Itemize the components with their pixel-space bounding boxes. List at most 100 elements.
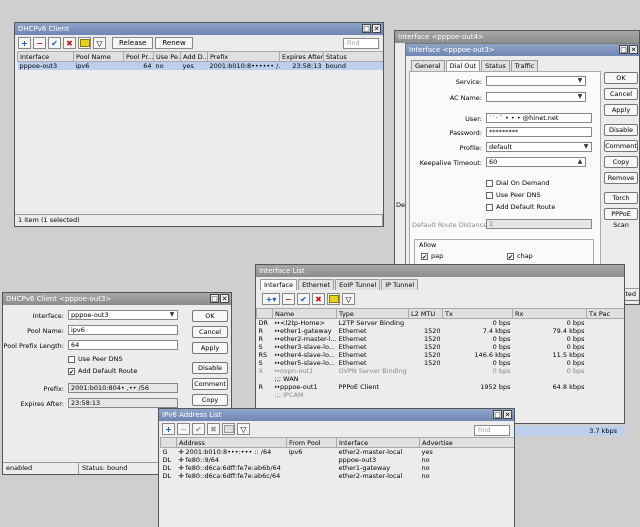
expires-after-field[interactable]: 23:58:13 [68,398,178,408]
service-select[interactable]: ▼ [486,76,586,86]
pppoe-out4-titlebar[interactable]: Interface <pppoe-out4> [395,31,639,43]
ok-button[interactable]: OK [192,310,228,322]
table-row[interactable]: S ↔ether3-slave-lo... Ethernet 1520 0 bps 0 b… [257,343,625,351]
disable-button[interactable]: ✖ [207,423,220,435]
allow-chap-checkbox[interactable]: ✔ chap [507,252,533,261]
tab-status[interactable]: Status [481,60,510,71]
dial-on-demand-checkbox[interactable]: Dial On Demand [486,179,550,187]
col-pool-prefix[interactable]: Pool Pr... [123,51,154,62]
add-button[interactable]: + [18,37,31,49]
enable-button[interactable]: ✔ [297,293,310,305]
col-tx-packets[interactable]: Tx Pac [586,308,624,319]
col-expires[interactable]: Expires After [279,51,324,62]
table-row[interactable]: DR ↔<l2tp-Home> L2TP Server Binding 0 bps 0 … [257,319,625,327]
close-button[interactable]: ✕ [372,24,381,33]
col-use-peer[interactable]: Use Pe... [153,51,181,62]
pppoe-scan-button[interactable]: PPPoE Scan [604,208,638,229]
table-row[interactable]: DL ✚ fe80::9/64 pppoe-out3 no [161,456,515,464]
disable-button[interactable]: ✖ [312,293,325,305]
col-prefix[interactable]: Prefix [207,51,280,62]
col-name[interactable]: Name [272,308,337,319]
close-button[interactable]: ✕ [220,294,229,303]
table-row[interactable]: RS ↔ether4-slave-lo... Ethernet 1520 146.6 k… [257,351,625,359]
disable-button[interactable]: Disable [604,124,638,136]
add-button[interactable]: + [162,423,175,435]
table-row[interactable]: DL ✚ fe80::d6ca:6dff:fe7e:ab6b/64 ether1-ga… [161,464,515,472]
col-from-pool[interactable]: From Pool [286,437,337,448]
remove-button[interactable]: − [177,423,190,435]
release-button[interactable]: Release [112,37,154,49]
maximize-button[interactable]: □ [210,294,219,303]
dhcpv6-detail-titlebar[interactable]: DHCPv6 Client <pppoe-out3> □ ✕ [3,293,231,305]
tab-ethernet[interactable]: Ethernet [298,279,335,290]
torch-button[interactable]: Torch [604,192,638,204]
table-row[interactable]: DL ✚ fe80::d6ca:6dff:fe7e:ab6c/64 ether2-ma… [161,472,515,480]
dhcpv6-client-titlebar[interactable]: DHCPv6 Client □ ✕ [15,23,383,35]
keepalive-field[interactable]: 60 ▲ [486,157,586,167]
profile-select[interactable]: default ▼ [486,142,592,152]
tab-traffic[interactable]: Traffic [510,60,539,71]
ipv6-address-titlebar[interactable]: IPv6 Address List □ ✕ [159,409,514,421]
pool-name-field[interactable]: ipv6 [68,325,178,335]
tab-ip-tunnel[interactable]: IP Tunnel [381,279,419,290]
filter-button[interactable]: ▽ [342,293,355,305]
table-row[interactable]: ;;; IPCAM [257,391,625,399]
ac-name-select[interactable]: ▼ [486,92,586,102]
col-flag[interactable] [256,308,273,319]
disable-button[interactable]: ✖ [63,37,76,49]
tab-general[interactable]: General [411,60,445,71]
copy-button[interactable]: Copy [192,394,228,406]
find-input[interactable]: Find [474,425,510,436]
filter-button[interactable]: ▽ [237,423,250,435]
comment-button[interactable]: Comment [604,140,638,152]
table-row[interactable]: R ↔pppoe-out1 PPPoE Client 1952 bps 64.8 kbp… [257,383,625,391]
col-interface[interactable]: Interface [17,51,74,62]
col-advertise[interactable]: Advertise [419,437,514,448]
ok-button[interactable]: OK [604,72,638,84]
enable-button[interactable]: ✔ [192,423,205,435]
add-default-route-checkbox[interactable]: ✔ Add Default Route [68,367,137,376]
find-input[interactable]: Find [343,38,379,49]
user-field[interactable]: ˙˙· ` • • • @hinet.net [486,113,592,123]
add-dropdown-button[interactable]: +▾ [262,293,280,305]
prefix-length-field[interactable]: 64 [68,340,178,350]
remove-button[interactable]: − [282,293,295,305]
close-button[interactable]: ✕ [503,410,512,419]
disable-button[interactable]: Disable [192,362,228,374]
comment-button[interactable] [78,37,91,49]
use-peer-dns-checkbox[interactable]: Use Peer DNS [68,355,123,363]
maximize-button[interactable]: □ [362,24,371,33]
col-rx[interactable]: Rx [512,308,587,319]
close-button[interactable]: ✕ [629,45,638,54]
col-address[interactable]: Address [176,437,287,448]
cancel-button[interactable]: Cancel [604,88,638,100]
use-peer-dns-checkbox[interactable]: Use Peer DNS [486,191,541,199]
selected-row-rx[interactable]: 3.7 kbps [512,426,625,436]
add-default-route-checkbox[interactable]: Add Default Route [486,203,555,211]
maximize-button[interactable]: □ [493,410,502,419]
enable-button[interactable]: ✔ [48,37,61,49]
tab-eoip-tunnel[interactable]: EoIP Tunnel [335,279,381,290]
comment-button[interactable] [222,423,235,435]
apply-button[interactable]: Apply [192,342,228,354]
col-add-default[interactable]: Add D... [180,51,208,62]
interface-select[interactable]: pppoe-out3 ▼ [68,310,178,320]
tab-interface[interactable]: Interface [260,279,298,290]
maximize-button[interactable]: □ [619,45,628,54]
remove-button[interactable]: − [33,37,46,49]
comment-button[interactable] [327,293,340,305]
interface-list-titlebar[interactable]: Interface List [256,265,624,277]
cancel-button[interactable]: Cancel [192,326,228,338]
col-tx[interactable]: Tx [442,308,513,319]
col-flag[interactable] [160,437,177,448]
col-status[interactable]: Status [323,51,383,62]
table-row[interactable]: S ↔ether5-slave-lo... Ethernet 1520 0 bps 0 b… [257,359,625,367]
password-field[interactable]: ********* [486,127,592,137]
apply-button[interactable]: Apply [604,104,638,116]
col-type[interactable]: Type [336,308,409,319]
table-row[interactable]: R ↔ether2-master-l... Ethernet 1520 0 bps 0 b… [257,335,625,343]
allow-pap-checkbox[interactable]: ✔ pap [421,252,443,261]
table-row[interactable]: pppoe-out3 ipv6 64 no yes 2001:b010:8•••… [17,61,383,70]
copy-button[interactable]: Copy [604,156,638,168]
col-l2mtu[interactable]: L2 MTU [408,308,443,319]
